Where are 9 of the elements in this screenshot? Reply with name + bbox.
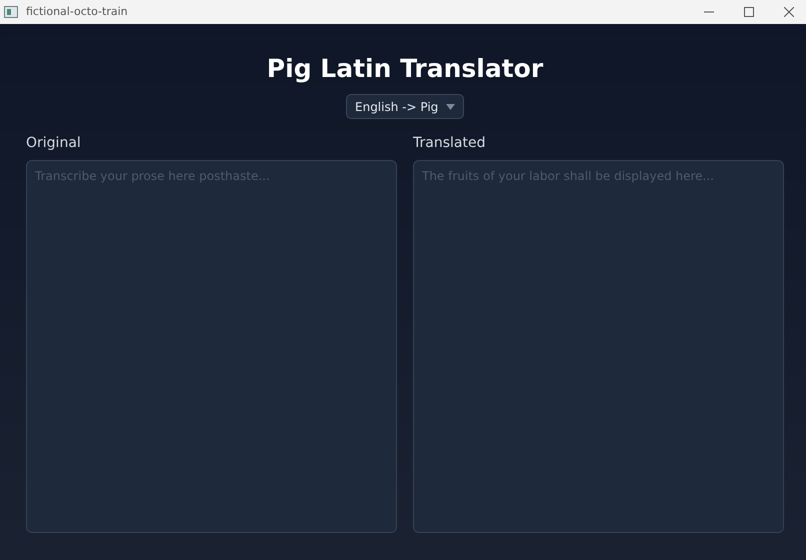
maximize-icon[interactable] [744, 7, 754, 17]
app-heading: Pig Latin Translator [266, 53, 544, 85]
close-icon[interactable] [784, 7, 794, 17]
mode-dropdown[interactable]: English -> Pig [346, 94, 464, 119]
app-icon [4, 6, 18, 18]
pane-label: Original [26, 134, 81, 153]
pane-label: Translated [413, 134, 486, 153]
caret-icon [446, 104, 455, 110]
window-title: fictional-octo-train [26, 4, 128, 20]
